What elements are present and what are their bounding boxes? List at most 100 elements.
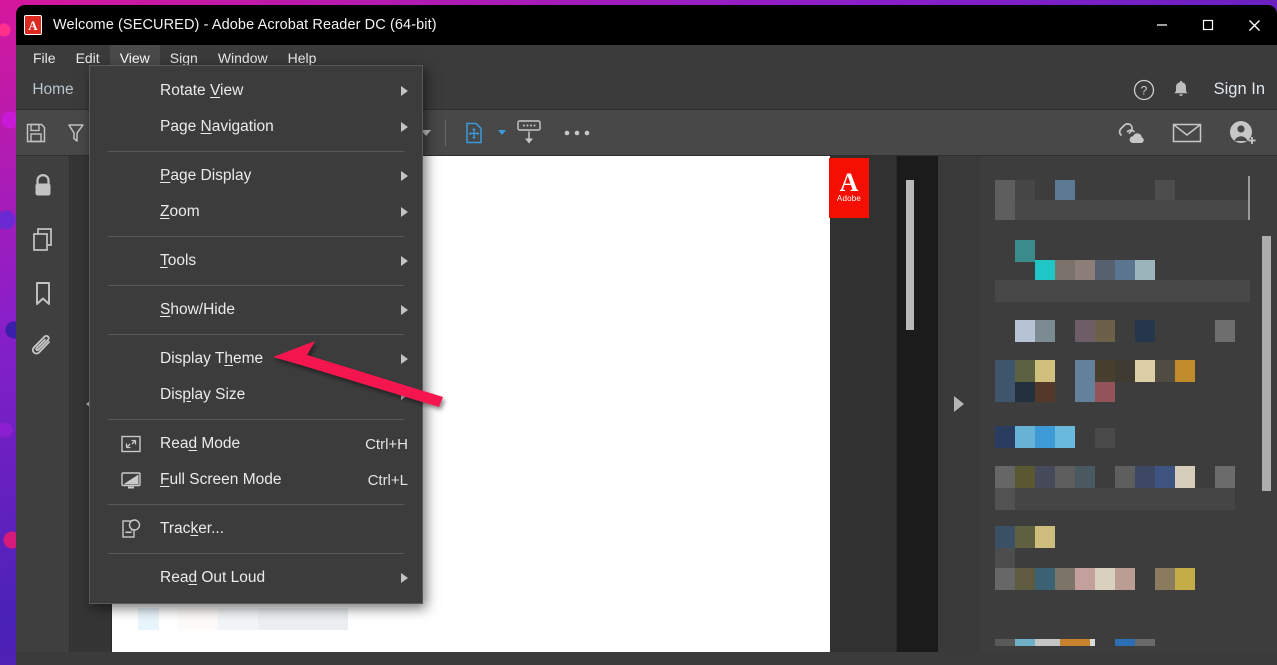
menu-item-read-out-loud[interactable]: Read Out Loud (90, 560, 422, 596)
menu-item-shortcut: Ctrl+H (365, 435, 408, 453)
minimize-icon[interactable] (1139, 5, 1185, 45)
redacted-content (995, 360, 1015, 402)
maximize-icon[interactable] (1185, 5, 1231, 45)
redacted-content (1248, 176, 1250, 220)
menu-item-rotate-view[interactable]: Rotate View (90, 73, 422, 109)
redacted-content (1075, 568, 1095, 590)
right-tools-panel[interactable] (980, 156, 1277, 652)
redacted-content (1015, 466, 1035, 488)
redacted-content (1155, 466, 1175, 488)
share-link-cloud-icon[interactable] (1103, 110, 1159, 156)
menu-item-label: Rotate View (160, 82, 244, 99)
redacted-content (1015, 382, 1035, 402)
menu-item-label: Page Navigation (160, 118, 274, 135)
menu-item-label: Full Screen Mode (160, 471, 282, 488)
menu-separator (108, 419, 404, 420)
menu-item-label: Page Display (160, 167, 252, 184)
menu-separator (108, 236, 404, 237)
fit-page-icon[interactable] (454, 110, 494, 156)
submenu-arrow-icon (401, 390, 408, 400)
menu-item-show-hide[interactable]: Show/Hide (90, 292, 422, 328)
redacted-content (1095, 428, 1115, 448)
more-ellipsis-icon[interactable] (552, 110, 602, 156)
menu-item-zoom[interactable]: Zoom (90, 194, 422, 230)
redacted-content (1215, 320, 1235, 342)
save-floppy-icon[interactable] (16, 110, 56, 156)
redacted-content (1075, 320, 1095, 342)
redacted-content (1035, 639, 1060, 646)
menu-item-label: Display Theme (160, 350, 264, 367)
chevron-down-icon[interactable] (497, 130, 506, 135)
toolbar-separator (444, 119, 446, 146)
menu-item-label: Tracker... (160, 520, 225, 537)
redacted-content (1055, 466, 1075, 488)
redacted-content (178, 608, 218, 630)
submenu-arrow-icon (401, 305, 408, 315)
scrollbar-thumb[interactable] (906, 180, 914, 330)
menu-file[interactable]: File (23, 45, 66, 70)
email-envelope-icon[interactable] (1159, 110, 1215, 156)
redacted-content (1015, 240, 1035, 262)
redacted-content (1115, 260, 1135, 282)
menu-item-page-navigation[interactable]: Page Navigation (90, 109, 422, 145)
redacted-content (1055, 180, 1075, 200)
redacted-content (995, 180, 1015, 220)
redacted-content (995, 466, 1015, 488)
bookmark-icon[interactable] (32, 280, 54, 308)
redacted-content (1055, 260, 1075, 282)
add-person-icon[interactable] (1215, 110, 1271, 156)
submenu-arrow-icon (401, 86, 408, 96)
redacted-content (1035, 360, 1055, 382)
redacted-content (1115, 466, 1135, 488)
menu-item-tracker[interactable]: Tracker... (90, 511, 422, 547)
toolbar-right-group (1103, 110, 1277, 156)
sign-in-button[interactable]: Sign In (1214, 80, 1265, 99)
menu-separator (108, 285, 404, 286)
right-panel-scrollbar[interactable] (1262, 236, 1271, 491)
redacted-content (1115, 360, 1135, 382)
pdf-document-icon: A (24, 15, 42, 35)
redacted-content (1015, 200, 1250, 220)
right-panel-expand[interactable] (938, 156, 980, 652)
redacted-content (1035, 466, 1055, 488)
redacted-content (1015, 526, 1035, 548)
redacted-content (995, 280, 1250, 302)
title-bar: A Welcome (SECURED) - Adobe Acrobat Read… (16, 5, 1277, 45)
expand-right-arrow-icon[interactable] (954, 396, 964, 412)
redacted-content (1015, 426, 1035, 448)
download-icon[interactable] (506, 110, 552, 156)
redacted-content (1075, 260, 1095, 282)
redacted-content (258, 608, 348, 630)
redacted-content (1115, 639, 1135, 646)
window-controls (1139, 5, 1277, 45)
submenu-arrow-icon (401, 354, 408, 364)
menu-item-tools[interactable]: Tools (90, 243, 422, 279)
redacted-content (1015, 360, 1035, 382)
menu-item-full-screen-mode[interactable]: Full Screen Mode Ctrl+L (90, 462, 422, 498)
tab-home[interactable]: Home (16, 70, 91, 109)
menu-separator (108, 151, 404, 152)
submenu-arrow-icon (401, 573, 408, 583)
redacted-content (1060, 639, 1090, 646)
attachment-icon[interactable] (30, 334, 56, 362)
redacted-content (1075, 466, 1095, 488)
help-circle-icon[interactable]: ? (1132, 78, 1156, 102)
pages-icon[interactable] (30, 226, 56, 254)
close-icon[interactable] (1231, 5, 1277, 45)
menu-item-display-theme[interactable]: Display Theme (90, 341, 422, 377)
svg-text:?: ? (1140, 83, 1147, 97)
notification-bell-icon[interactable] (1170, 79, 1192, 101)
redacted-content (218, 608, 258, 630)
redacted-content (1055, 426, 1075, 448)
menu-item-page-display[interactable]: Page Display (90, 158, 422, 194)
menu-item-label: Zoom (160, 203, 200, 220)
redacted-content (1095, 568, 1115, 590)
menu-item-read-mode[interactable]: Read Mode Ctrl+H (90, 426, 422, 462)
redacted-content (1155, 360, 1175, 382)
redacted-content (1135, 639, 1155, 646)
redacted-content (1155, 568, 1175, 590)
lock-icon[interactable] (30, 172, 56, 200)
document-scrollbar[interactable] (896, 156, 938, 652)
menu-item-display-size[interactable]: Display Size (90, 377, 422, 413)
acrobat-window: A Welcome (SECURED) - Adobe Acrobat Read… (16, 5, 1277, 665)
